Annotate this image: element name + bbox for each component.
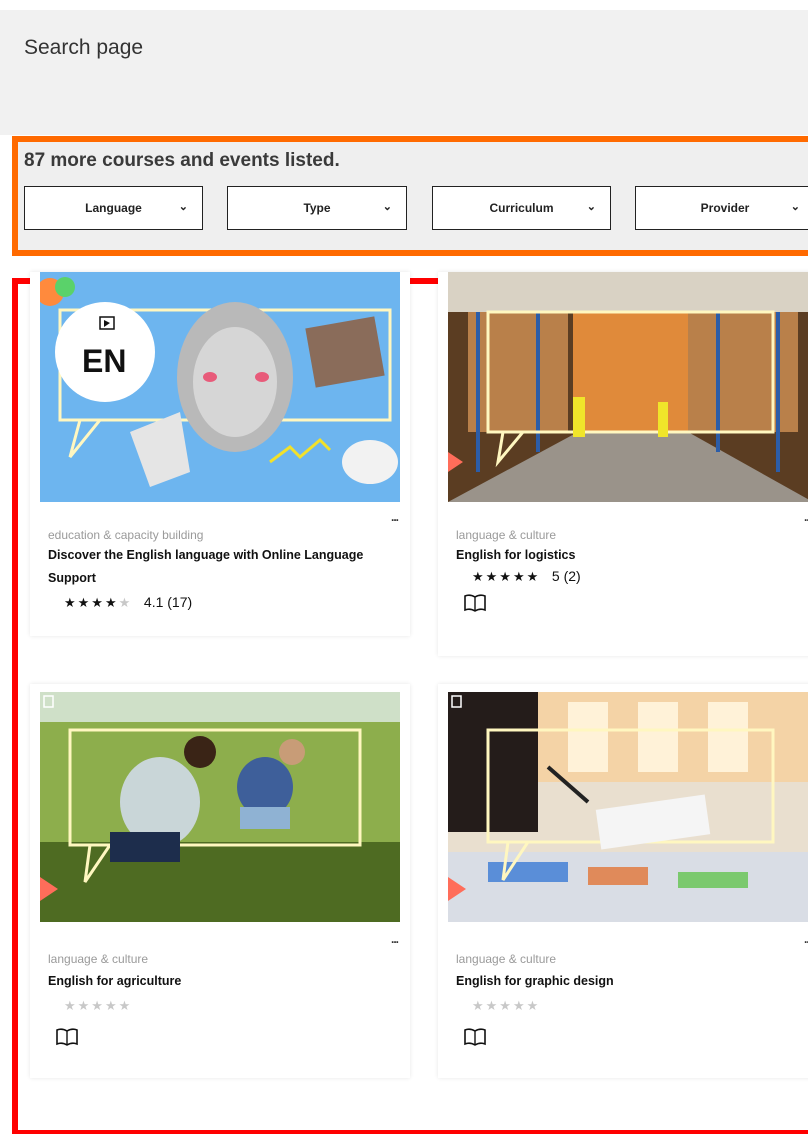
- card-category: language & culture: [48, 952, 149, 966]
- type-dropdown[interactable]: Type ⌄: [227, 186, 407, 230]
- star-icon: ★★★★★: [472, 569, 541, 584]
- star-icon: ★★★★: [64, 595, 119, 610]
- course-card[interactable]: EN ... education & capacity building Dis…: [30, 272, 410, 636]
- book-icon: [464, 594, 486, 612]
- card-title[interactable]: English for graphic design: [456, 970, 786, 993]
- course-image[interactable]: [40, 692, 400, 922]
- book-icon: [56, 1028, 78, 1046]
- card-category: language & culture: [456, 952, 557, 966]
- rating-text: 4.1 (17): [143, 594, 193, 610]
- provider-dropdown-label: Provider: [700, 201, 750, 215]
- search-header: Search page: [0, 10, 808, 135]
- curriculum-dropdown-label: Curriculum: [489, 201, 554, 215]
- star-rating: ★★★★★: [64, 998, 132, 1014]
- course-card[interactable]: ... language & culture English for logis…: [438, 272, 808, 656]
- star-rating: ★★★★★ 5 (2): [472, 568, 581, 585]
- course-image[interactable]: [448, 272, 808, 502]
- chevron-down-icon: ⌄: [178, 201, 188, 213]
- chevron-down-icon: ⌄: [382, 201, 392, 213]
- more-options-icon[interactable]: ...: [391, 510, 399, 524]
- card-title[interactable]: English for logistics: [456, 544, 786, 567]
- rating-text: 5 (2): [551, 568, 581, 584]
- card-category: language & culture: [456, 528, 557, 542]
- more-options-icon[interactable]: ...: [804, 510, 808, 524]
- course-image[interactable]: EN: [40, 272, 400, 502]
- star-rating: ★★★★★ 4.1 (17): [64, 594, 192, 611]
- card-title[interactable]: English for agriculture: [48, 970, 378, 993]
- course-card[interactable]: ... language & culture English for graph…: [438, 684, 808, 1078]
- provider-dropdown[interactable]: Provider ⌄: [635, 186, 808, 230]
- language-dropdown-label: Language: [85, 201, 142, 215]
- course-card[interactable]: ... language & culture English for agric…: [30, 684, 410, 1078]
- chevron-down-icon: ⌄: [586, 201, 596, 213]
- card-category: education & capacity building: [48, 528, 204, 542]
- course-image[interactable]: [448, 692, 808, 922]
- curriculum-dropdown[interactable]: Curriculum ⌄: [432, 186, 611, 230]
- more-options-icon[interactable]: ...: [391, 932, 399, 946]
- book-icon: [464, 1028, 486, 1046]
- filter-bar: 87 more courses and events listed. Langu…: [12, 136, 808, 256]
- results-grid: EN ... education & capacity building Dis…: [12, 272, 808, 1134]
- star-rating: ★★★★★: [472, 998, 540, 1014]
- results-count: 87 more courses and events listed.: [24, 150, 340, 171]
- chevron-down-icon: ⌄: [790, 201, 800, 213]
- type-dropdown-label: Type: [303, 201, 331, 215]
- star-empty-icon: ★★★★★: [64, 998, 133, 1013]
- star-empty-icon: ★★★★★: [472, 998, 541, 1013]
- language-dropdown[interactable]: Language ⌄: [24, 186, 203, 230]
- card-title[interactable]: Discover the English language with Onlin…: [48, 544, 378, 590]
- en-badge: EN: [82, 343, 126, 379]
- more-options-icon[interactable]: ...: [804, 932, 808, 946]
- page-title: Search page: [24, 36, 144, 59]
- star-empty-icon: ★: [118, 595, 133, 610]
